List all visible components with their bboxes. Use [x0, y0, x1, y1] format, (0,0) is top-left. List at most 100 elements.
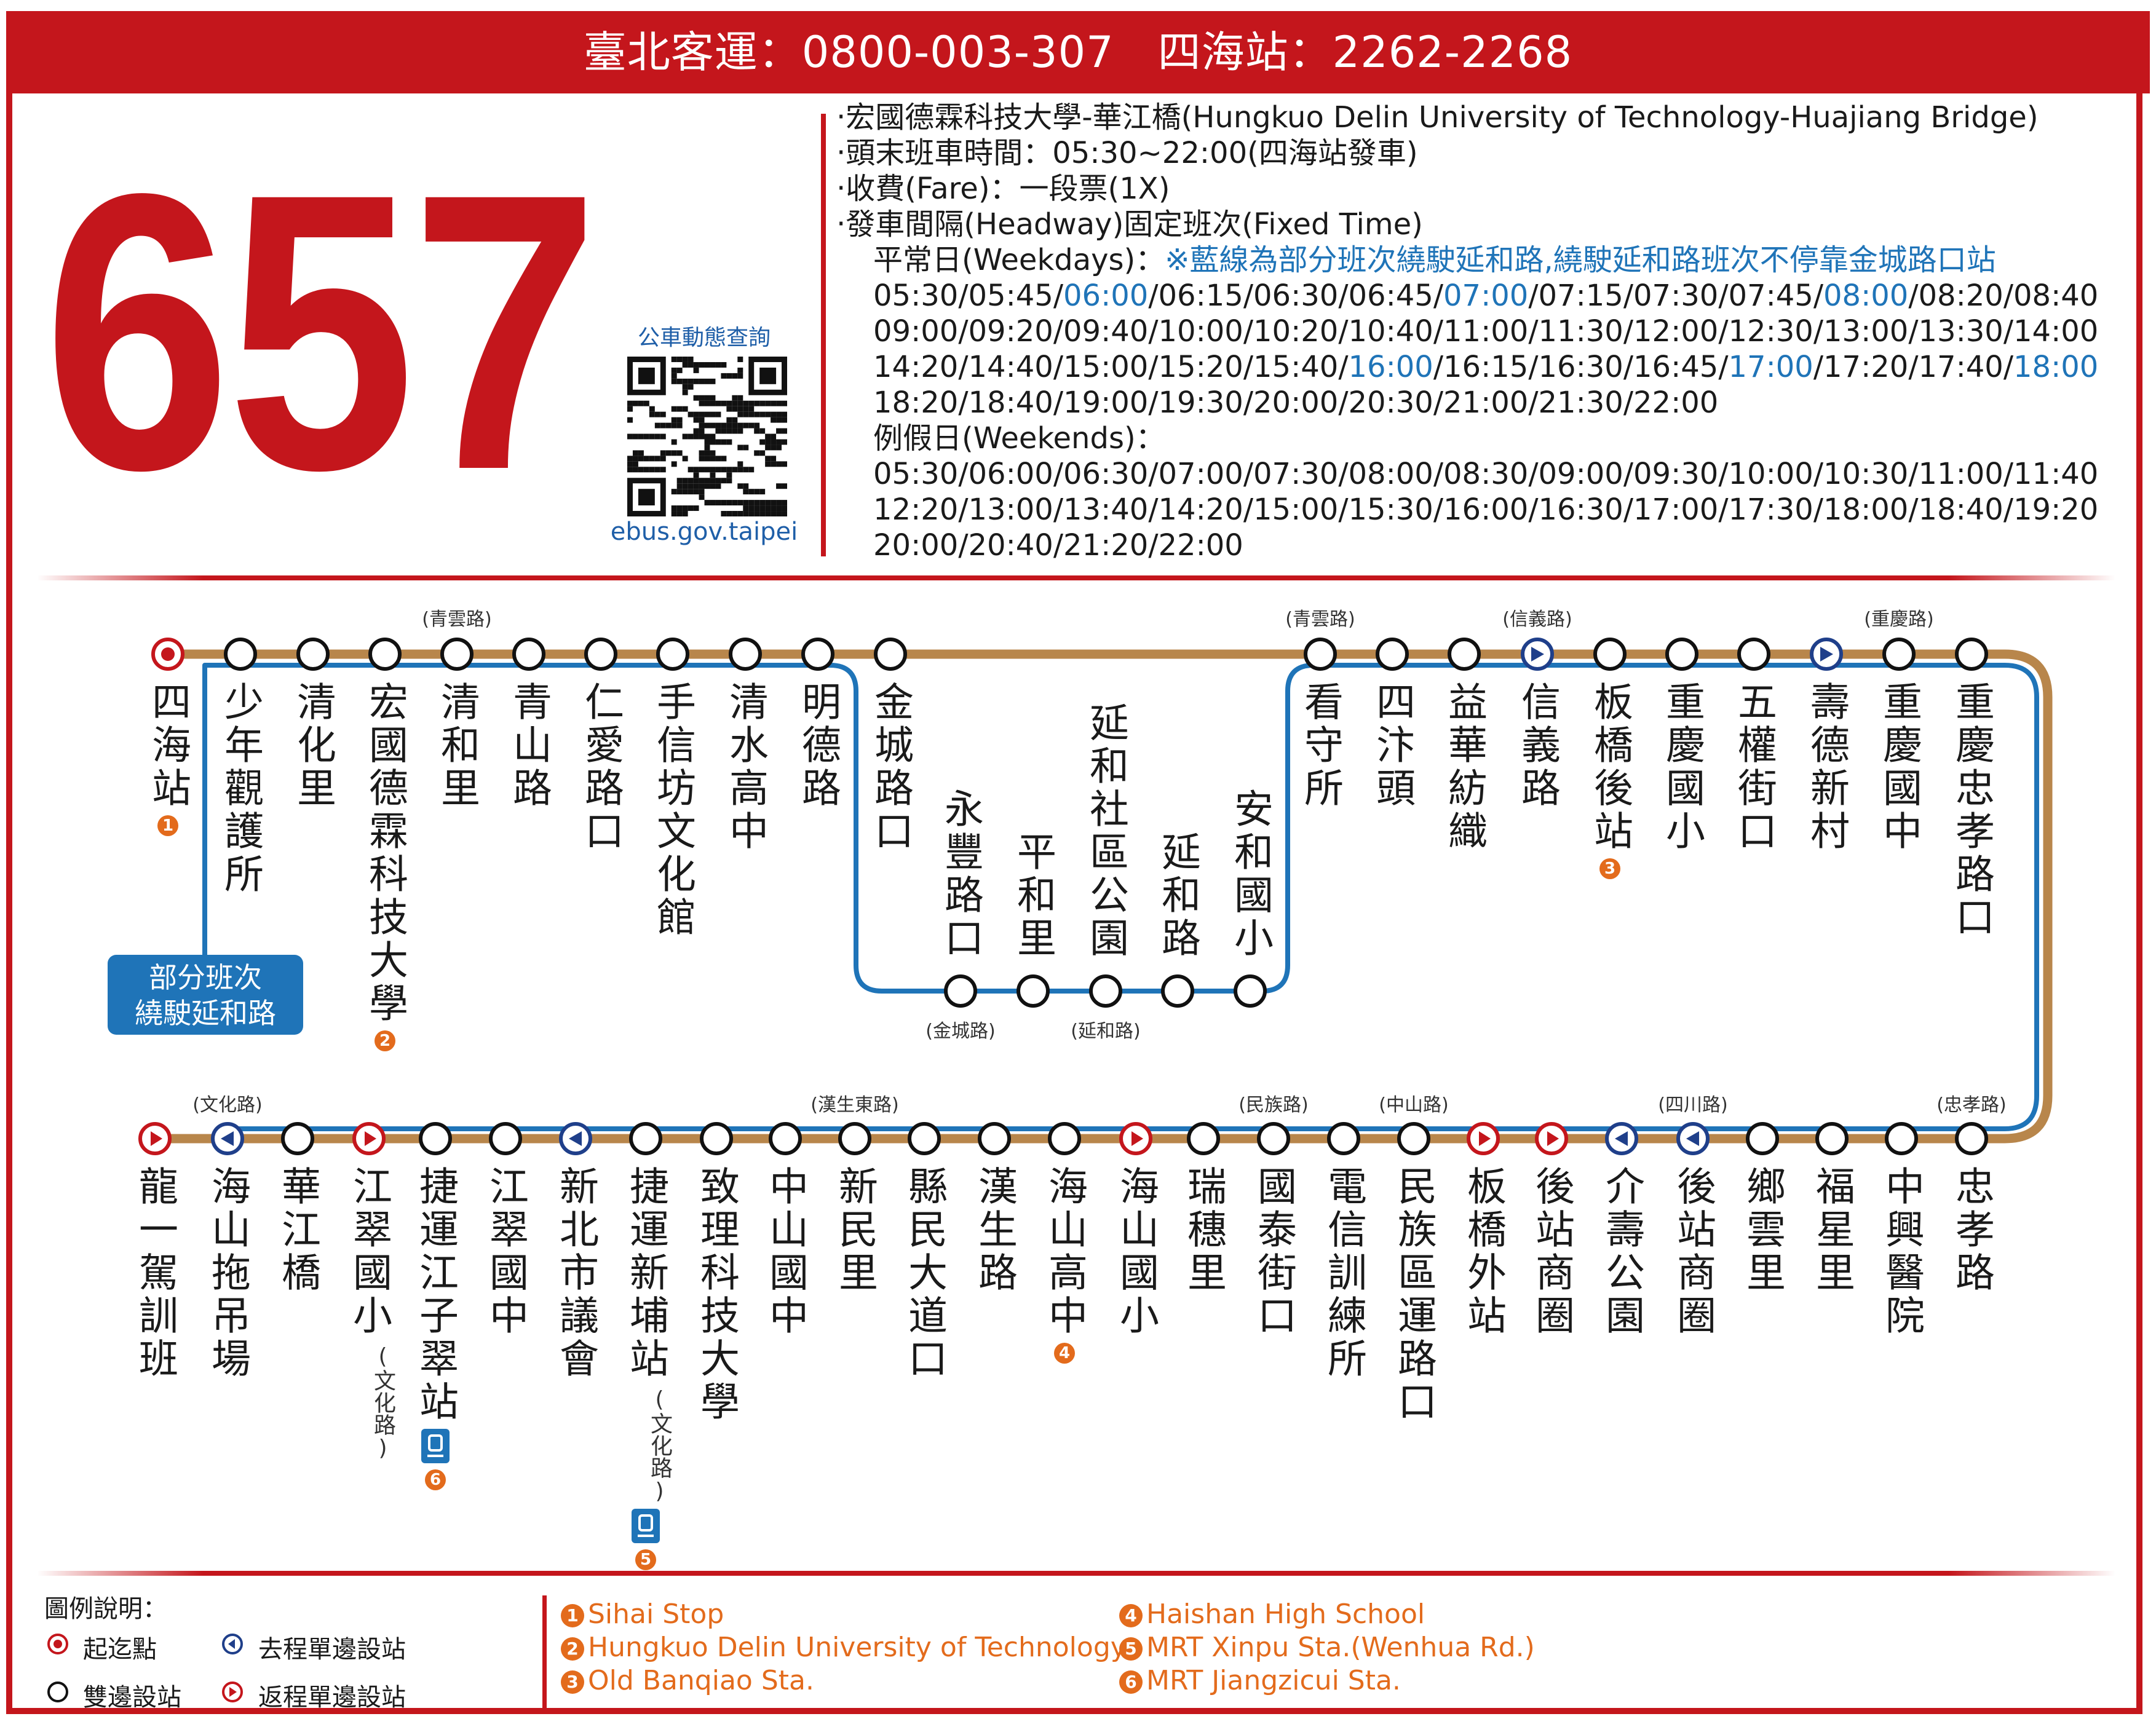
road-label: (金城路)	[925, 1021, 996, 1042]
stop-name: 後站商圈	[1670, 1166, 1716, 1338]
footnote-badge: 2	[561, 1637, 584, 1661]
stop-icon	[769, 1122, 802, 1155]
stop-name: 民族區運路口	[1391, 1166, 1437, 1424]
metro-station-icon	[421, 1429, 450, 1463]
stop-name: 龍一駕訓班	[132, 1166, 178, 1381]
outbound-icon	[222, 1634, 243, 1654]
stop-icon	[1882, 638, 1916, 671]
stop-name: 縣民大道口	[902, 1166, 947, 1381]
stop-name: 板橋外站	[1460, 1166, 1506, 1338]
road-label: (民族路)	[1239, 1094, 1309, 1116]
return-icon	[222, 1682, 243, 1702]
stop-icon	[1746, 1122, 1779, 1155]
stop-name: 平和里	[1010, 831, 1056, 960]
stop-name: 清和里	[434, 681, 480, 810]
stop-road-note: (文化路)	[647, 1387, 672, 1504]
metro-station-icon	[632, 1509, 660, 1543]
stop-name: 永豐路口	[938, 788, 983, 960]
stop-icon	[1955, 638, 1988, 671]
stop-icon	[656, 638, 689, 671]
road-label: (中山路)	[1379, 1094, 1449, 1116]
stop-name: 壽德新村	[1804, 681, 1849, 853]
stop-icon	[1885, 1122, 1918, 1155]
stop-icon	[1304, 638, 1337, 671]
stop-icon	[1327, 1122, 1360, 1155]
footnote-text: Sihai Stop	[588, 1599, 724, 1630]
footnote-text: Old Banqiao Sta.	[588, 1665, 814, 1696]
terminal-dot-icon	[161, 647, 175, 661]
stop-icon	[1815, 1122, 1849, 1155]
road-label: (信義路)	[1502, 609, 1572, 630]
stop-icon	[1665, 638, 1698, 671]
footnote-text: MRT Xinpu Sta.(Wenhua Rd.)	[1146, 1632, 1535, 1663]
stop-icon	[440, 638, 474, 671]
stop-name: 國泰街口	[1251, 1166, 1296, 1338]
stop-name: 四海站	[145, 681, 191, 810]
stop-name: 江翠國中	[483, 1166, 528, 1338]
stop-name: 華江橋	[275, 1166, 320, 1295]
stop-name: 忠孝路	[1949, 1166, 1994, 1295]
stop-name: 中興醫院	[1879, 1166, 1924, 1338]
footnote-4: 4 Haishan High School	[1119, 1599, 1425, 1630]
road-label: (青雲路)	[1285, 609, 1355, 630]
stop-icon	[1161, 974, 1194, 1008]
stop-name: 介壽公園	[1599, 1166, 1644, 1338]
stop-icon	[1376, 638, 1409, 671]
road-label: (青雲路)	[422, 609, 492, 630]
stop-icon	[700, 1122, 733, 1155]
partial-route-note-line: 部分班次	[149, 961, 262, 994]
stop-icon	[1397, 1122, 1430, 1155]
stop-icon	[584, 638, 617, 671]
stop-name: 新民里	[832, 1166, 878, 1295]
stop-name: 新北市議會	[553, 1166, 598, 1381]
stop-road-note: (文化路)	[370, 1344, 395, 1461]
stop-icon	[1089, 974, 1122, 1008]
terminal-icon	[47, 1634, 68, 1654]
stop-name: 中山國中	[763, 1166, 808, 1338]
stop-name: 清化里	[290, 681, 336, 810]
legend-both-label: 雙邊設站	[83, 1683, 181, 1712]
stop-icon	[489, 1122, 522, 1155]
stop-icon	[1234, 974, 1267, 1008]
road-label: (文化路)	[192, 1094, 263, 1116]
stop-name: 清水高中	[723, 681, 768, 853]
stop-name: 捷運江子翠站	[413, 1166, 458, 1424]
road-label: (延和路)	[1071, 1021, 1141, 1042]
stop-icon	[908, 1122, 941, 1155]
legend-title: 圖例說明：	[44, 1595, 167, 1623]
stop-name: 五權街口	[1731, 681, 1777, 853]
stop-icon	[729, 638, 762, 671]
stop-icon	[224, 638, 257, 671]
stop-name: 電信訓練所	[1321, 1166, 1366, 1381]
stop-name: 重慶國小	[1659, 681, 1705, 853]
stop-icon	[512, 638, 545, 671]
stop-name: 少年觀護所	[218, 681, 263, 896]
station-number-badge: 3	[1599, 858, 1620, 879]
stop-name: 海山國小	[1113, 1166, 1159, 1338]
stop-name: 海山高中	[1042, 1166, 1087, 1338]
road-label: (漢生東路)	[810, 1094, 899, 1116]
legend-divider	[542, 1595, 547, 1709]
partial-route-note: 部分班次 繞駛延和路	[108, 955, 303, 1035]
stop-icon	[419, 1122, 452, 1155]
stop-name: 江翠國小	[346, 1166, 392, 1338]
partial-route-note-line: 繞駛延和路	[135, 997, 276, 1030]
road-label: (重慶路)	[1864, 609, 1934, 630]
footnote-badge: 6	[1119, 1670, 1143, 1694]
stop-name: 金城路口	[868, 681, 913, 853]
stop-name: 後站商圈	[1529, 1166, 1574, 1338]
footnote-3: 3 Old Banqiao Sta.	[561, 1665, 814, 1696]
stop-name: 青山路	[506, 681, 552, 810]
footnote-badge: 4	[1119, 1604, 1143, 1627]
stop-name: 看守所	[1298, 681, 1343, 810]
station-number-badge: 4	[1054, 1343, 1075, 1364]
footnote-badge: 5	[1119, 1637, 1143, 1661]
legend-outbound-label: 去程單邊設站	[258, 1635, 406, 1664]
legend-rule	[37, 1571, 2115, 1576]
footnote-badge: 3	[561, 1670, 584, 1694]
stop-name: 安和國小	[1227, 788, 1273, 960]
stop-name: 四汴頭	[1369, 681, 1415, 810]
stop-icon	[874, 638, 907, 671]
stop-name: 瑞穗里	[1181, 1166, 1226, 1295]
stop-icon	[1593, 638, 1627, 671]
